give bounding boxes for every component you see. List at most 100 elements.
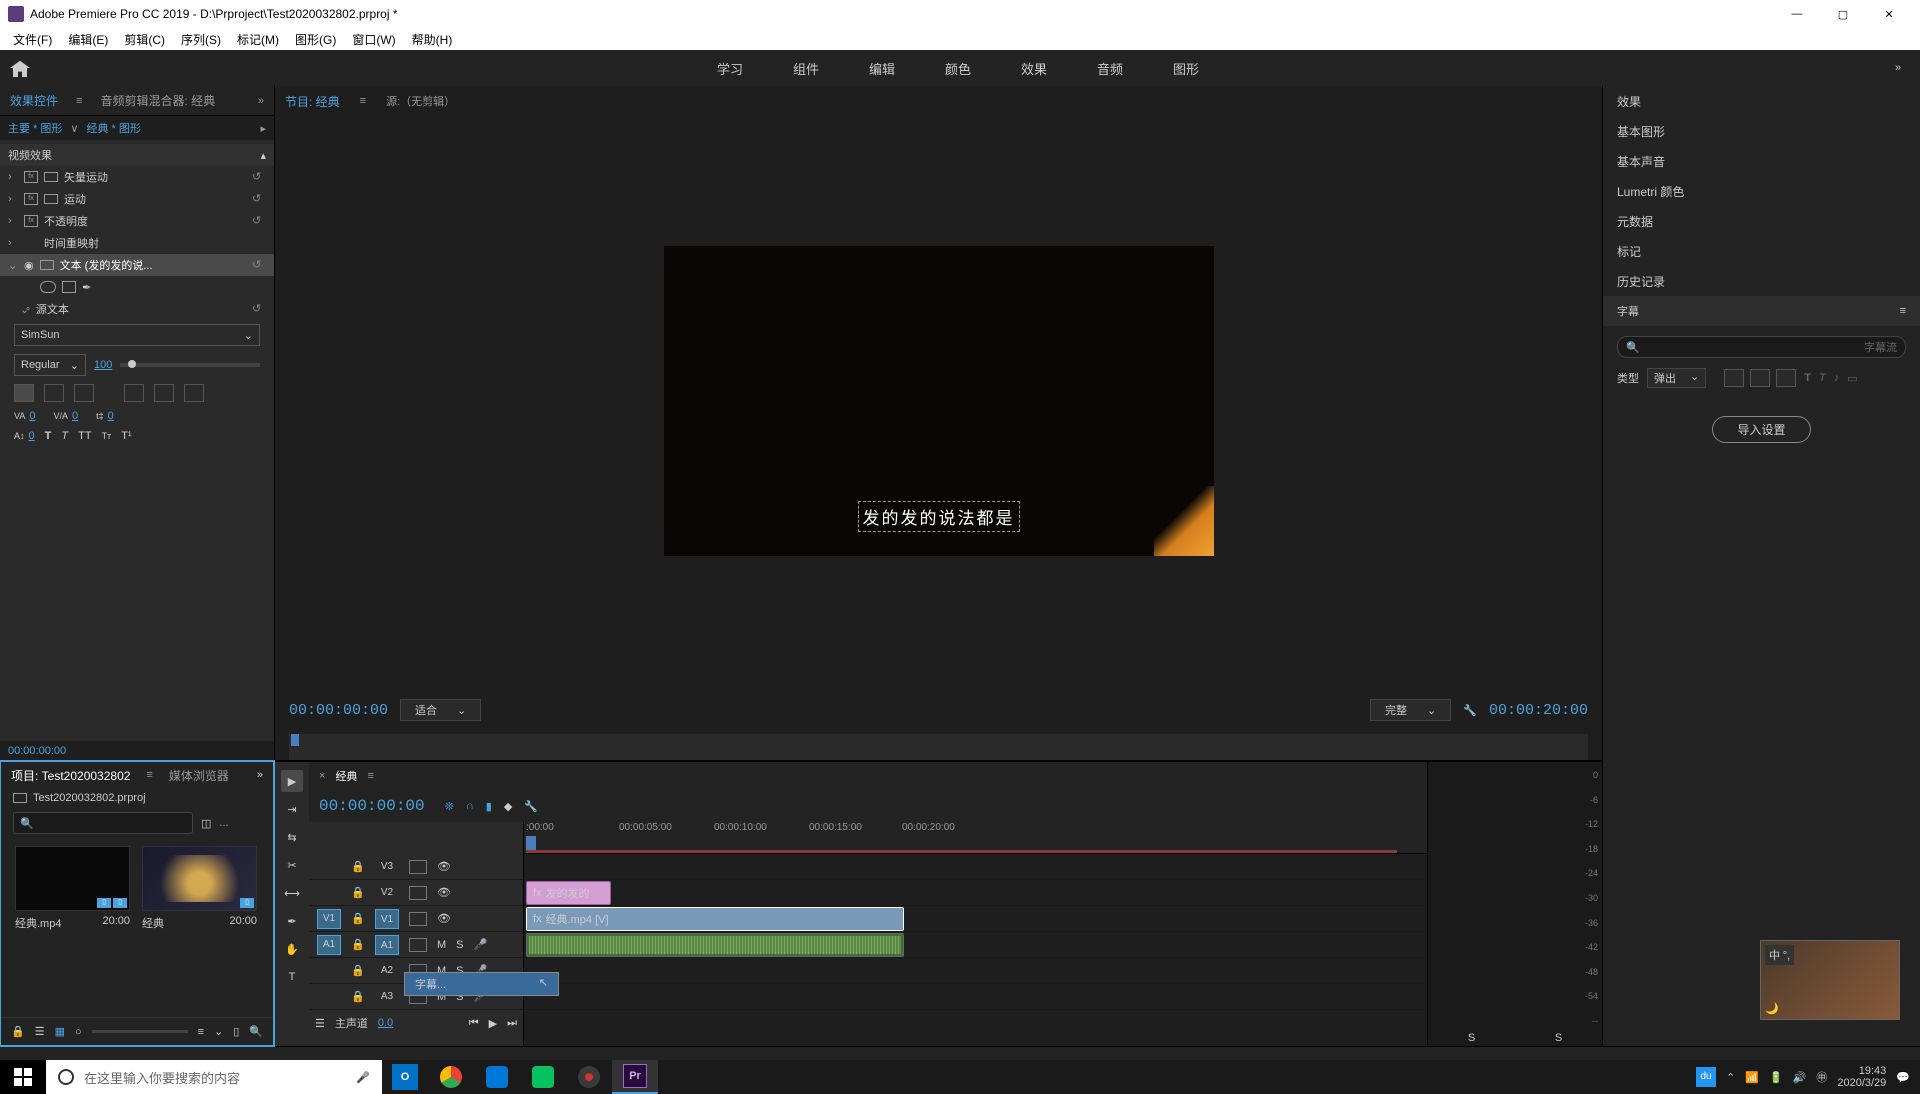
- panel-overflow-icon[interactable]: »: [258, 95, 264, 107]
- workspace-effects[interactable]: 效果: [1021, 59, 1047, 78]
- reset-icon[interactable]: [252, 302, 266, 316]
- timecode-in[interactable]: 00:00:00:00: [289, 702, 388, 719]
- align-center-button[interactable]: [44, 384, 64, 402]
- caption-align-right[interactable]: [1776, 369, 1796, 387]
- zoom-slider[interactable]: [92, 1030, 188, 1033]
- ec-motion[interactable]: ›fx运动: [0, 188, 274, 210]
- taskbar-premiere[interactable]: Pr: [612, 1060, 658, 1094]
- taskbar-outlook[interactable]: O: [382, 1060, 428, 1094]
- tracking-input[interactable]: 0: [29, 410, 35, 422]
- menu-clip[interactable]: 剪辑(C): [116, 29, 173, 50]
- track-select-tool[interactable]: ⇥: [281, 798, 303, 820]
- panel-effects[interactable]: 效果: [1603, 86, 1920, 116]
- align-justify-left-button[interactable]: [124, 384, 144, 402]
- program-scrubber[interactable]: [289, 734, 1588, 760]
- tray-overflow-icon[interactable]: ⌃: [1726, 1071, 1735, 1084]
- selection-tool[interactable]: ▶: [281, 770, 303, 792]
- quality-select[interactable]: 完整⌄: [1370, 699, 1451, 721]
- font-size-input[interactable]: 100: [94, 359, 112, 371]
- clip-video[interactable]: fx经典.mp4 [V]: [526, 907, 904, 931]
- link-icon[interactable]: ∩: [466, 800, 474, 813]
- menu-file[interactable]: 文件(F): [5, 29, 60, 50]
- tab-effect-controls[interactable]: 效果控件: [10, 92, 58, 109]
- menu-bar[interactable]: 文件(F) 编辑(E) 剪辑(C) 序列(S) 标记(M) 图形(G) 窗口(W…: [0, 28, 1920, 50]
- reset-icon[interactable]: [252, 192, 266, 206]
- workspace-overflow-icon[interactable]: »: [1886, 62, 1910, 74]
- type-tool[interactable]: T: [281, 966, 303, 988]
- maximize-button[interactable]: ▢: [1820, 0, 1866, 28]
- music-player-widget[interactable]: 中 °, 🌙: [1760, 940, 1900, 1020]
- icon-view-icon[interactable]: ▦: [55, 1025, 65, 1038]
- tray-baidu-icon[interactable]: du: [1696, 1067, 1716, 1087]
- sort-icon[interactable]: ≡: [198, 1026, 204, 1038]
- align-justify-right-button[interactable]: [184, 384, 204, 402]
- workspace-assembly[interactable]: 组件: [793, 59, 819, 78]
- smallcaps-button[interactable]: Tᴛ: [102, 431, 112, 441]
- settings-icon[interactable]: 🔧: [1463, 704, 1477, 717]
- track-header-v2[interactable]: 🔒V2👁: [309, 880, 523, 906]
- slip-tool[interactable]: ⟷: [281, 882, 303, 904]
- taskbar-chrome[interactable]: [428, 1060, 474, 1094]
- program-viewer[interactable]: 发的发的说法都是: [664, 246, 1214, 556]
- menu-sequence[interactable]: 序列(S): [173, 29, 229, 50]
- baseline-input[interactable]: 0: [29, 430, 35, 442]
- zoom-fit-select[interactable]: 适合⌄: [400, 699, 481, 721]
- captions-search-input[interactable]: 🔍字幕流: [1617, 336, 1906, 358]
- solo-button[interactable]: S: [1468, 1032, 1475, 1044]
- mic-icon[interactable]: 🎤: [356, 1071, 370, 1084]
- ec-timecode[interactable]: 00:00:00:00: [0, 741, 274, 761]
- kerning-input[interactable]: 0: [72, 410, 78, 422]
- close-icon[interactable]: ×: [319, 770, 325, 782]
- tab-source[interactable]: 源:（无剪辑）: [386, 93, 455, 109]
- superscript-button[interactable]: T¹: [121, 430, 131, 442]
- tab-program[interactable]: 节目: 经典: [285, 93, 340, 110]
- menu-graphics[interactable]: 图形(G): [287, 29, 344, 50]
- new-item-icon[interactable]: ▯: [233, 1025, 239, 1038]
- workspace-audio[interactable]: 音频: [1097, 59, 1123, 78]
- workspace-learning[interactable]: 学习: [717, 59, 743, 78]
- taskbar-edge[interactable]: [474, 1060, 520, 1094]
- solo-button[interactable]: S: [1555, 1032, 1562, 1044]
- taskbar-search[interactable]: 在这里输入你要搜索的内容 🎤: [46, 1060, 382, 1094]
- ec-vector-motion[interactable]: ›fx矢量运动: [0, 166, 274, 188]
- tab-audio-mixer[interactable]: 音频剪辑混合器: 经典: [100, 92, 215, 109]
- workspace-color[interactable]: 颜色: [945, 59, 971, 78]
- track-header-v1[interactable]: V1🔒V1👁: [309, 906, 523, 932]
- bold-button[interactable]: T: [1804, 372, 1811, 384]
- tray-clock[interactable]: 19:432020/3/29: [1837, 1065, 1886, 1089]
- workspace-graphics[interactable]: 图形: [1173, 59, 1199, 78]
- workspace-editing[interactable]: 编辑: [869, 59, 895, 78]
- close-button[interactable]: ✕: [1866, 0, 1912, 28]
- list-view-icon[interactable]: ☰: [35, 1025, 45, 1038]
- reset-icon[interactable]: [252, 214, 266, 228]
- home-icon[interactable]: [10, 59, 30, 77]
- panel-overflow-icon[interactable]: »: [257, 769, 263, 781]
- italic-button[interactable]: T: [61, 430, 68, 442]
- track-header-v3[interactable]: 🔒V3👁: [309, 854, 523, 880]
- razor-tool[interactable]: ✂: [281, 854, 303, 876]
- tab-media-browser[interactable]: 媒体浏览器: [169, 767, 229, 784]
- panel-captions[interactable]: 字幕≡: [1603, 296, 1920, 326]
- reset-icon[interactable]: [252, 170, 266, 184]
- align-justify-center-button[interactable]: [154, 384, 174, 402]
- panel-essential-graphics[interactable]: 基本图形: [1603, 116, 1920, 146]
- caption-type-select[interactable]: 弹出⌄: [1647, 368, 1706, 388]
- ec-video-effects-header[interactable]: 视频效果▴: [0, 144, 274, 166]
- master-track[interactable]: ☰主声道0.0⏮▶⏭: [309, 1010, 523, 1036]
- sequence-name[interactable]: 经典: [335, 768, 357, 784]
- tray-volume-icon[interactable]: 🔊: [1793, 1071, 1807, 1084]
- align-right-button[interactable]: [74, 384, 94, 402]
- ec-source-text[interactable]: ⌄◦源文本: [0, 298, 274, 320]
- project-search-input[interactable]: 🔍: [13, 812, 193, 834]
- lock-icon[interactable]: 🔒: [11, 1025, 25, 1038]
- timeline-timecode[interactable]: 00:00:00:00: [319, 797, 425, 815]
- context-menu-captions[interactable]: 字幕...↖: [404, 972, 559, 996]
- new-bin-icon[interactable]: ◫: [201, 817, 211, 830]
- allcaps-button[interactable]: TT: [78, 430, 91, 442]
- clip-audio[interactable]: [526, 933, 904, 957]
- tray-battery-icon[interactable]: 🔋: [1769, 1071, 1783, 1084]
- bin-item[interactable]: ▯ 经典20:00: [142, 846, 257, 1009]
- hand-tool[interactable]: ✋: [281, 938, 303, 960]
- ec-text-layer[interactable]: ⌄◉文本 (发的发的说...: [0, 254, 274, 276]
- wrench-icon[interactable]: 🔧: [524, 800, 538, 813]
